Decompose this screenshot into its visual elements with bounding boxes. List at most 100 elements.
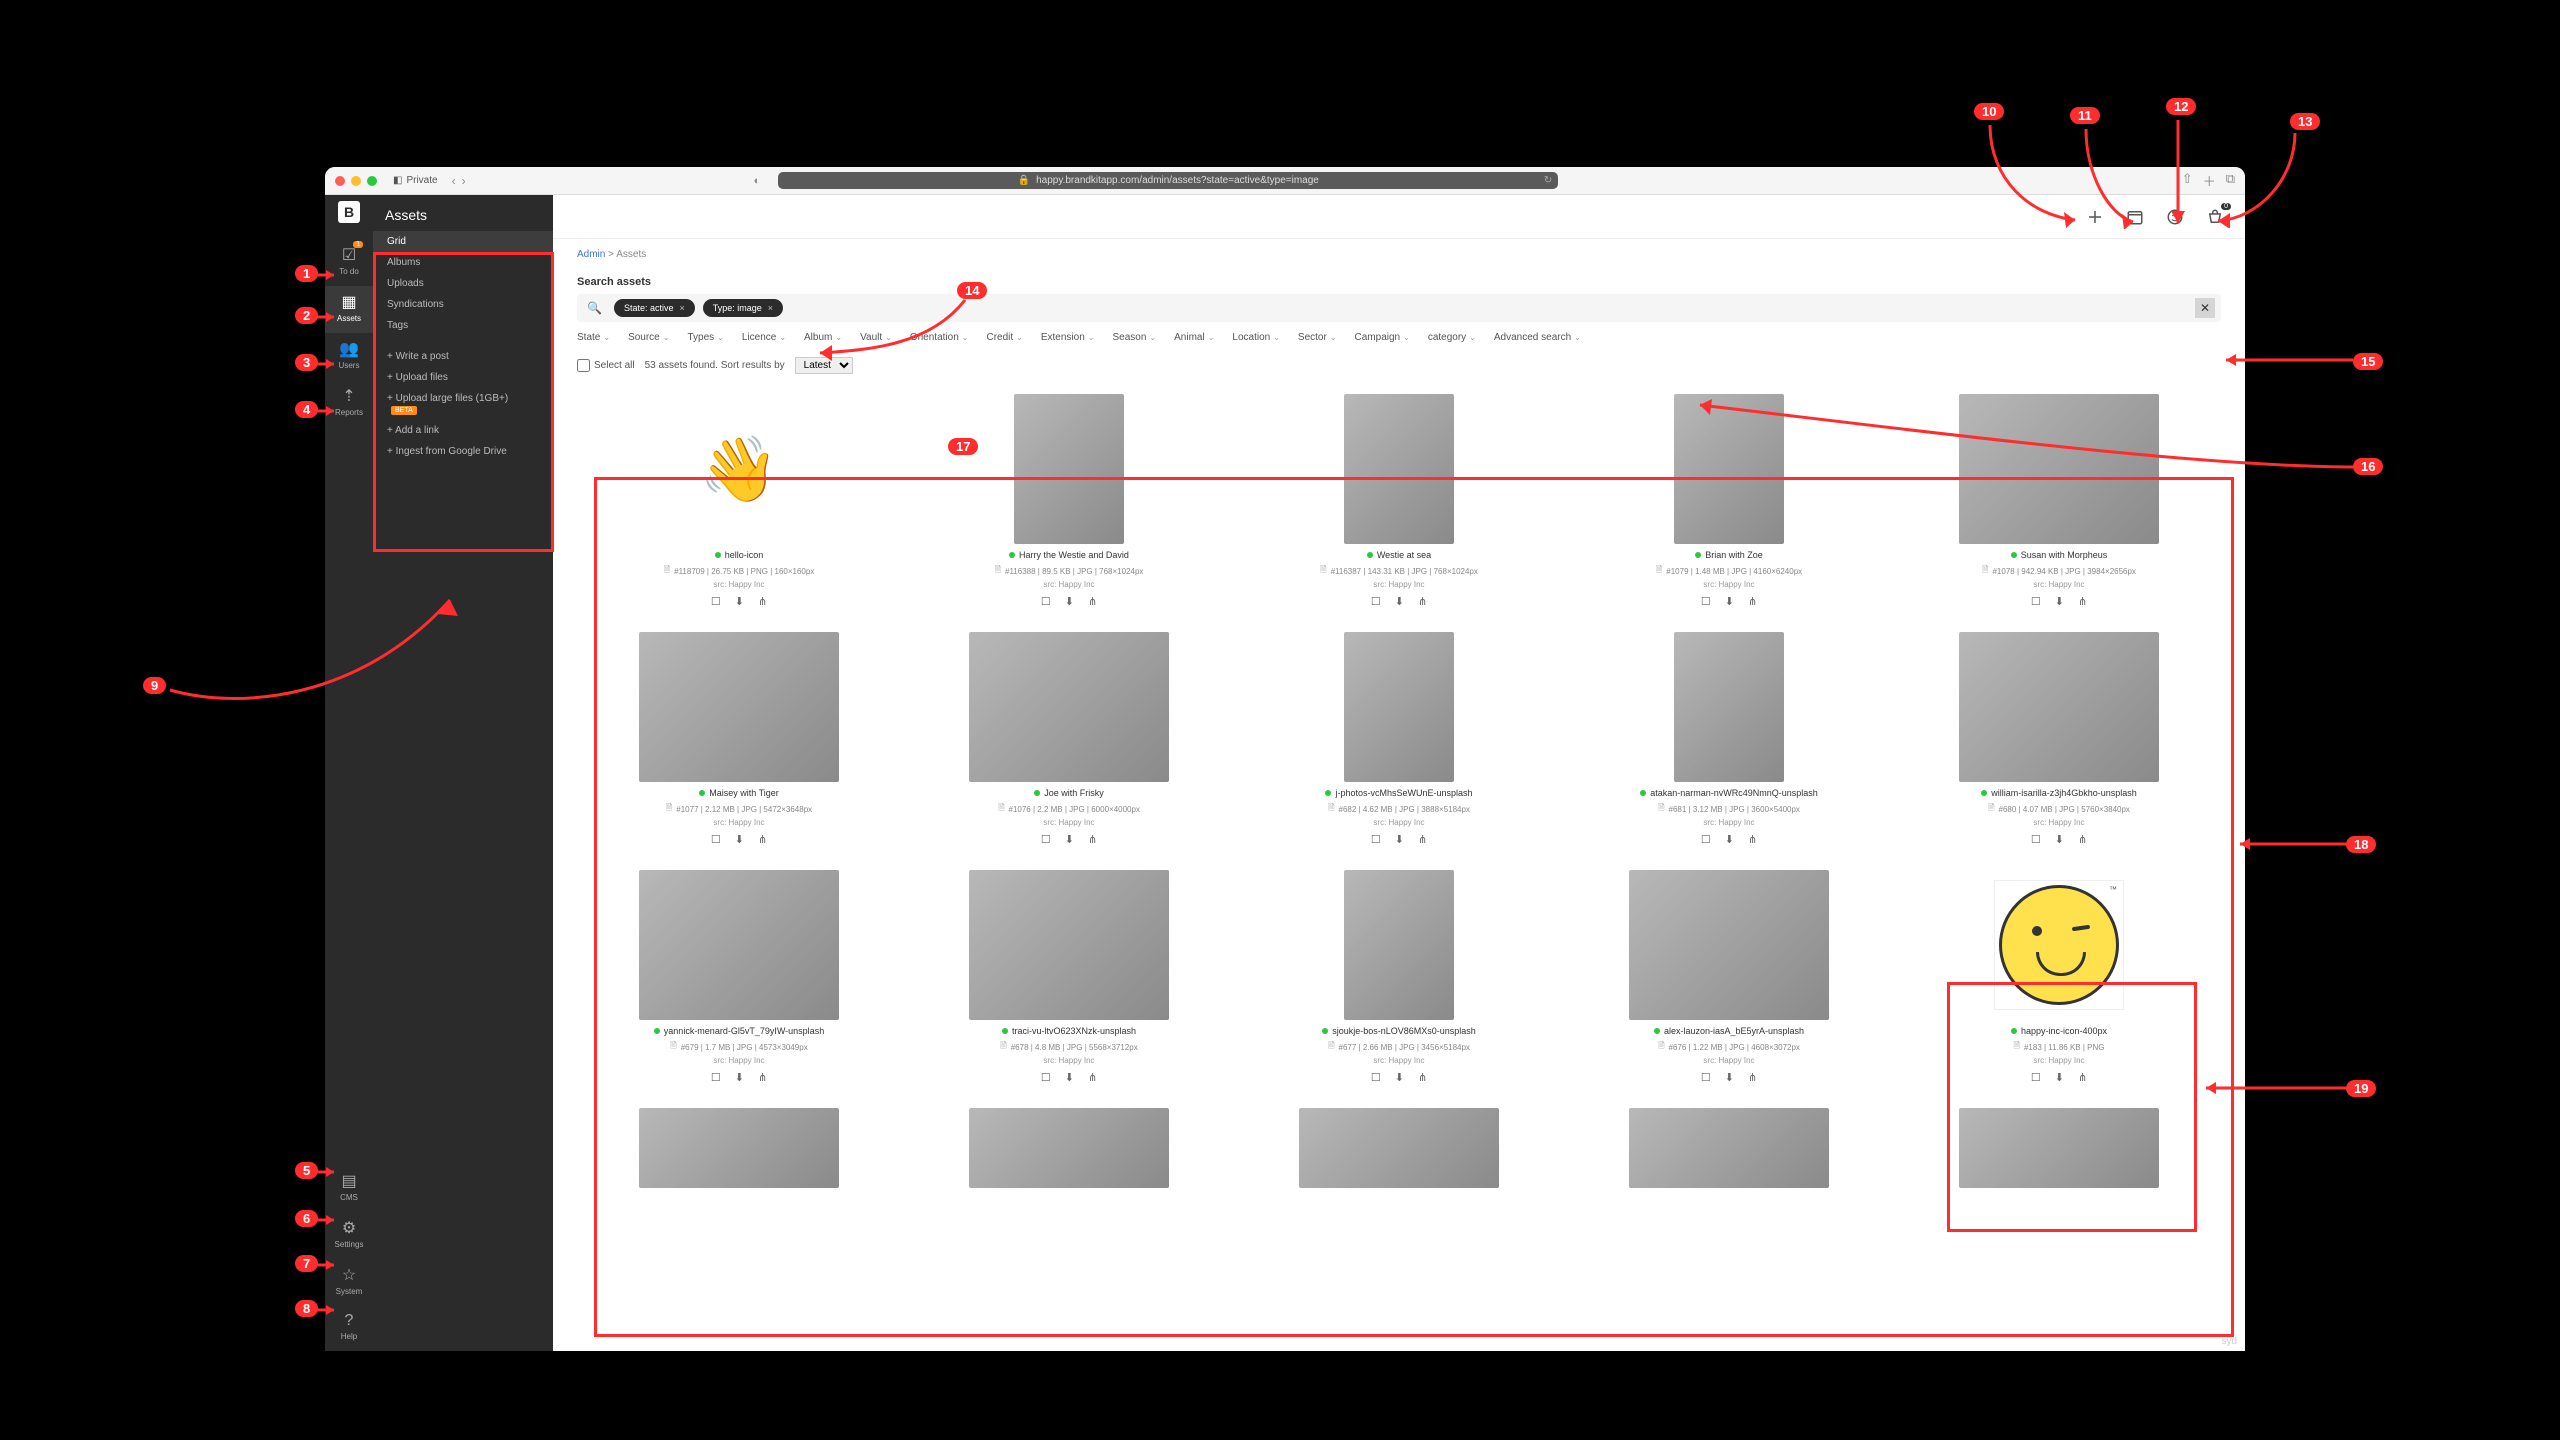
- asset-card[interactable]: [1243, 1108, 1555, 1188]
- filter-category[interactable]: category⌄: [1428, 332, 1476, 343]
- clear-search-button[interactable]: ✕: [2195, 298, 2215, 318]
- rail-item-help[interactable]: ? Help: [325, 1306, 373, 1351]
- select-all[interactable]: Select all: [577, 359, 635, 372]
- filter-extension[interactable]: Extension⌄: [1041, 332, 1095, 343]
- asset-thumbnail[interactable]: [913, 870, 1225, 1020]
- action-write-post[interactable]: + Write a post: [373, 346, 553, 367]
- asset-thumbnail[interactable]: [583, 632, 895, 782]
- face-button[interactable]: [2165, 207, 2185, 227]
- asset-card[interactable]: Harry the Westie and David🗎#116388 | 89.…: [913, 394, 1225, 608]
- asset-thumbnail[interactable]: [913, 632, 1225, 782]
- asset-thumbnail[interactable]: [1243, 632, 1555, 782]
- download-icon[interactable]: ⬇: [1395, 595, 1404, 608]
- select-icon[interactable]: ☐: [1371, 595, 1381, 608]
- asset-thumbnail[interactable]: [1243, 1108, 1555, 1188]
- share-icon[interactable]: ⇧: [2182, 171, 2193, 190]
- asset-thumbnail[interactable]: [583, 870, 895, 1020]
- select-icon[interactable]: ☐: [1371, 833, 1381, 846]
- share-icon[interactable]: ⋔: [1418, 595, 1427, 608]
- asset-thumbnail[interactable]: [1903, 632, 2215, 782]
- chip-state[interactable]: State: active ×: [614, 299, 695, 317]
- asset-card[interactable]: Maisey with Tiger🗎#1077 | 2.12 MB | JPG …: [583, 632, 895, 846]
- download-icon[interactable]: ⬇: [735, 1071, 744, 1084]
- select-icon[interactable]: ☐: [1371, 1071, 1381, 1084]
- sidebar-toggle-icon[interactable]: ◧: [393, 175, 402, 186]
- select-icon[interactable]: ☐: [1701, 833, 1711, 846]
- download-icon[interactable]: ⬇: [1395, 1071, 1404, 1084]
- action-add-link[interactable]: + Add a link: [373, 420, 553, 441]
- calendar-button[interactable]: [2125, 207, 2145, 227]
- address-bar[interactable]: 🔒 happy.brandkitapp.com/admin/assets?sta…: [778, 172, 1558, 189]
- share-icon[interactable]: ⋔: [758, 833, 767, 846]
- asset-card[interactable]: [913, 1108, 1225, 1188]
- filter-source[interactable]: Source⌄: [628, 332, 669, 343]
- select-icon[interactable]: ☐: [711, 833, 721, 846]
- new-tab-icon[interactable]: ＋: [2203, 171, 2216, 190]
- share-icon[interactable]: ⋔: [2078, 595, 2087, 608]
- asset-thumbnail[interactable]: [913, 394, 1225, 544]
- download-icon[interactable]: ⬇: [1725, 595, 1734, 608]
- asset-card[interactable]: traci-vu-ltvO623XNzk-unsplash🗎#678 | 4.8…: [913, 870, 1225, 1084]
- asset-card[interactable]: Susan with Morpheus🗎#1078 | 942.94 KB | …: [1903, 394, 2215, 608]
- download-icon[interactable]: ⬇: [1065, 1071, 1074, 1084]
- rail-item-system[interactable]: ☆ System: [325, 1259, 373, 1306]
- rail-item-todo[interactable]: ☑1 To do: [325, 239, 373, 286]
- download-icon[interactable]: ⬇: [1395, 833, 1404, 846]
- download-icon[interactable]: ⬇: [1065, 595, 1074, 608]
- filter-vault[interactable]: Vault⌄: [860, 332, 892, 343]
- asset-thumbnail[interactable]: 👋: [583, 394, 895, 544]
- brand-logo[interactable]: B: [338, 201, 360, 223]
- filter-album[interactable]: Album⌄: [804, 332, 842, 343]
- select-icon[interactable]: ☐: [711, 595, 721, 608]
- asset-thumbnail[interactable]: [1573, 394, 1885, 544]
- select-all-checkbox[interactable]: [577, 359, 590, 372]
- download-icon[interactable]: ⬇: [735, 833, 744, 846]
- share-icon[interactable]: ⋔: [1418, 833, 1427, 846]
- asset-thumbnail[interactable]: [913, 1108, 1225, 1188]
- filter-state[interactable]: State⌄: [577, 332, 610, 343]
- select-icon[interactable]: ☐: [1041, 833, 1051, 846]
- select-icon[interactable]: ☐: [1041, 1071, 1051, 1084]
- close-window-icon[interactable]: [335, 176, 345, 186]
- filter-types[interactable]: Types⌄: [687, 332, 723, 343]
- asset-thumbnail[interactable]: [1573, 870, 1885, 1020]
- search-bar[interactable]: 🔍 State: active × Type: image × ✕: [577, 294, 2221, 322]
- asset-card[interactable]: atakan-narman-nvWRc49NmnQ-unsplash🗎#681 …: [1573, 632, 1885, 846]
- minimize-window-icon[interactable]: [351, 176, 361, 186]
- asset-card[interactable]: [583, 1108, 895, 1188]
- asset-card[interactable]: [1903, 1108, 2215, 1188]
- share-icon[interactable]: ⋔: [1748, 595, 1757, 608]
- download-icon[interactable]: ⬇: [1065, 833, 1074, 846]
- share-icon[interactable]: ⋔: [2078, 833, 2087, 846]
- asset-card[interactable]: sjoukje-bos-nLOV86MXs0-unsplash🗎#677 | 2…: [1243, 870, 1555, 1084]
- add-button[interactable]: [2085, 207, 2105, 227]
- asset-thumbnail[interactable]: [1573, 1108, 1885, 1188]
- filter-orientation[interactable]: Orientation⌄: [910, 332, 969, 343]
- select-icon[interactable]: ☐: [2031, 833, 2041, 846]
- panel-item-syndications[interactable]: Syndications: [373, 294, 553, 315]
- asset-card[interactable]: ™happy-inc-icon-400px🗎#183 | 11.86 KB | …: [1903, 870, 2215, 1084]
- share-icon[interactable]: ⋔: [1748, 1071, 1757, 1084]
- share-icon[interactable]: ⋔: [758, 1071, 767, 1084]
- panel-item-grid[interactable]: Grid: [373, 231, 553, 252]
- rail-item-users[interactable]: 👥 Users: [325, 333, 373, 380]
- download-icon[interactable]: ⬇: [2055, 595, 2064, 608]
- panel-item-tags[interactable]: Tags: [373, 315, 553, 336]
- asset-thumbnail[interactable]: ™: [1903, 870, 2215, 1020]
- filter-sector[interactable]: Sector⌄: [1298, 332, 1337, 343]
- action-upload-large[interactable]: + Upload large files (1GB+) BETA: [373, 388, 553, 420]
- filter-advanced-search[interactable]: Advanced search⌄: [1494, 332, 1581, 343]
- rail-item-settings[interactable]: ⚙ Settings: [325, 1212, 373, 1259]
- crumb-admin[interactable]: Admin: [577, 249, 605, 260]
- filter-credit[interactable]: Credit⌄: [986, 332, 1022, 343]
- reload-icon[interactable]: ↻: [1544, 175, 1552, 186]
- asset-card[interactable]: alex-lauzon-iasA_bE5yrA-unsplash🗎#676 | …: [1573, 870, 1885, 1084]
- share-icon[interactable]: ⋔: [1088, 595, 1097, 608]
- window-controls[interactable]: [335, 176, 377, 186]
- select-icon[interactable]: ☐: [1041, 595, 1051, 608]
- rail-item-assets[interactable]: ▦ Assets: [325, 286, 373, 333]
- asset-thumbnail[interactable]: [1903, 1108, 2215, 1188]
- basket-button[interactable]: 0: [2205, 207, 2225, 227]
- chip-type[interactable]: Type: image ×: [703, 299, 783, 317]
- asset-card[interactable]: j-photos-vcMhsSeWUnE-unsplash🗎#682 | 4.6…: [1243, 632, 1555, 846]
